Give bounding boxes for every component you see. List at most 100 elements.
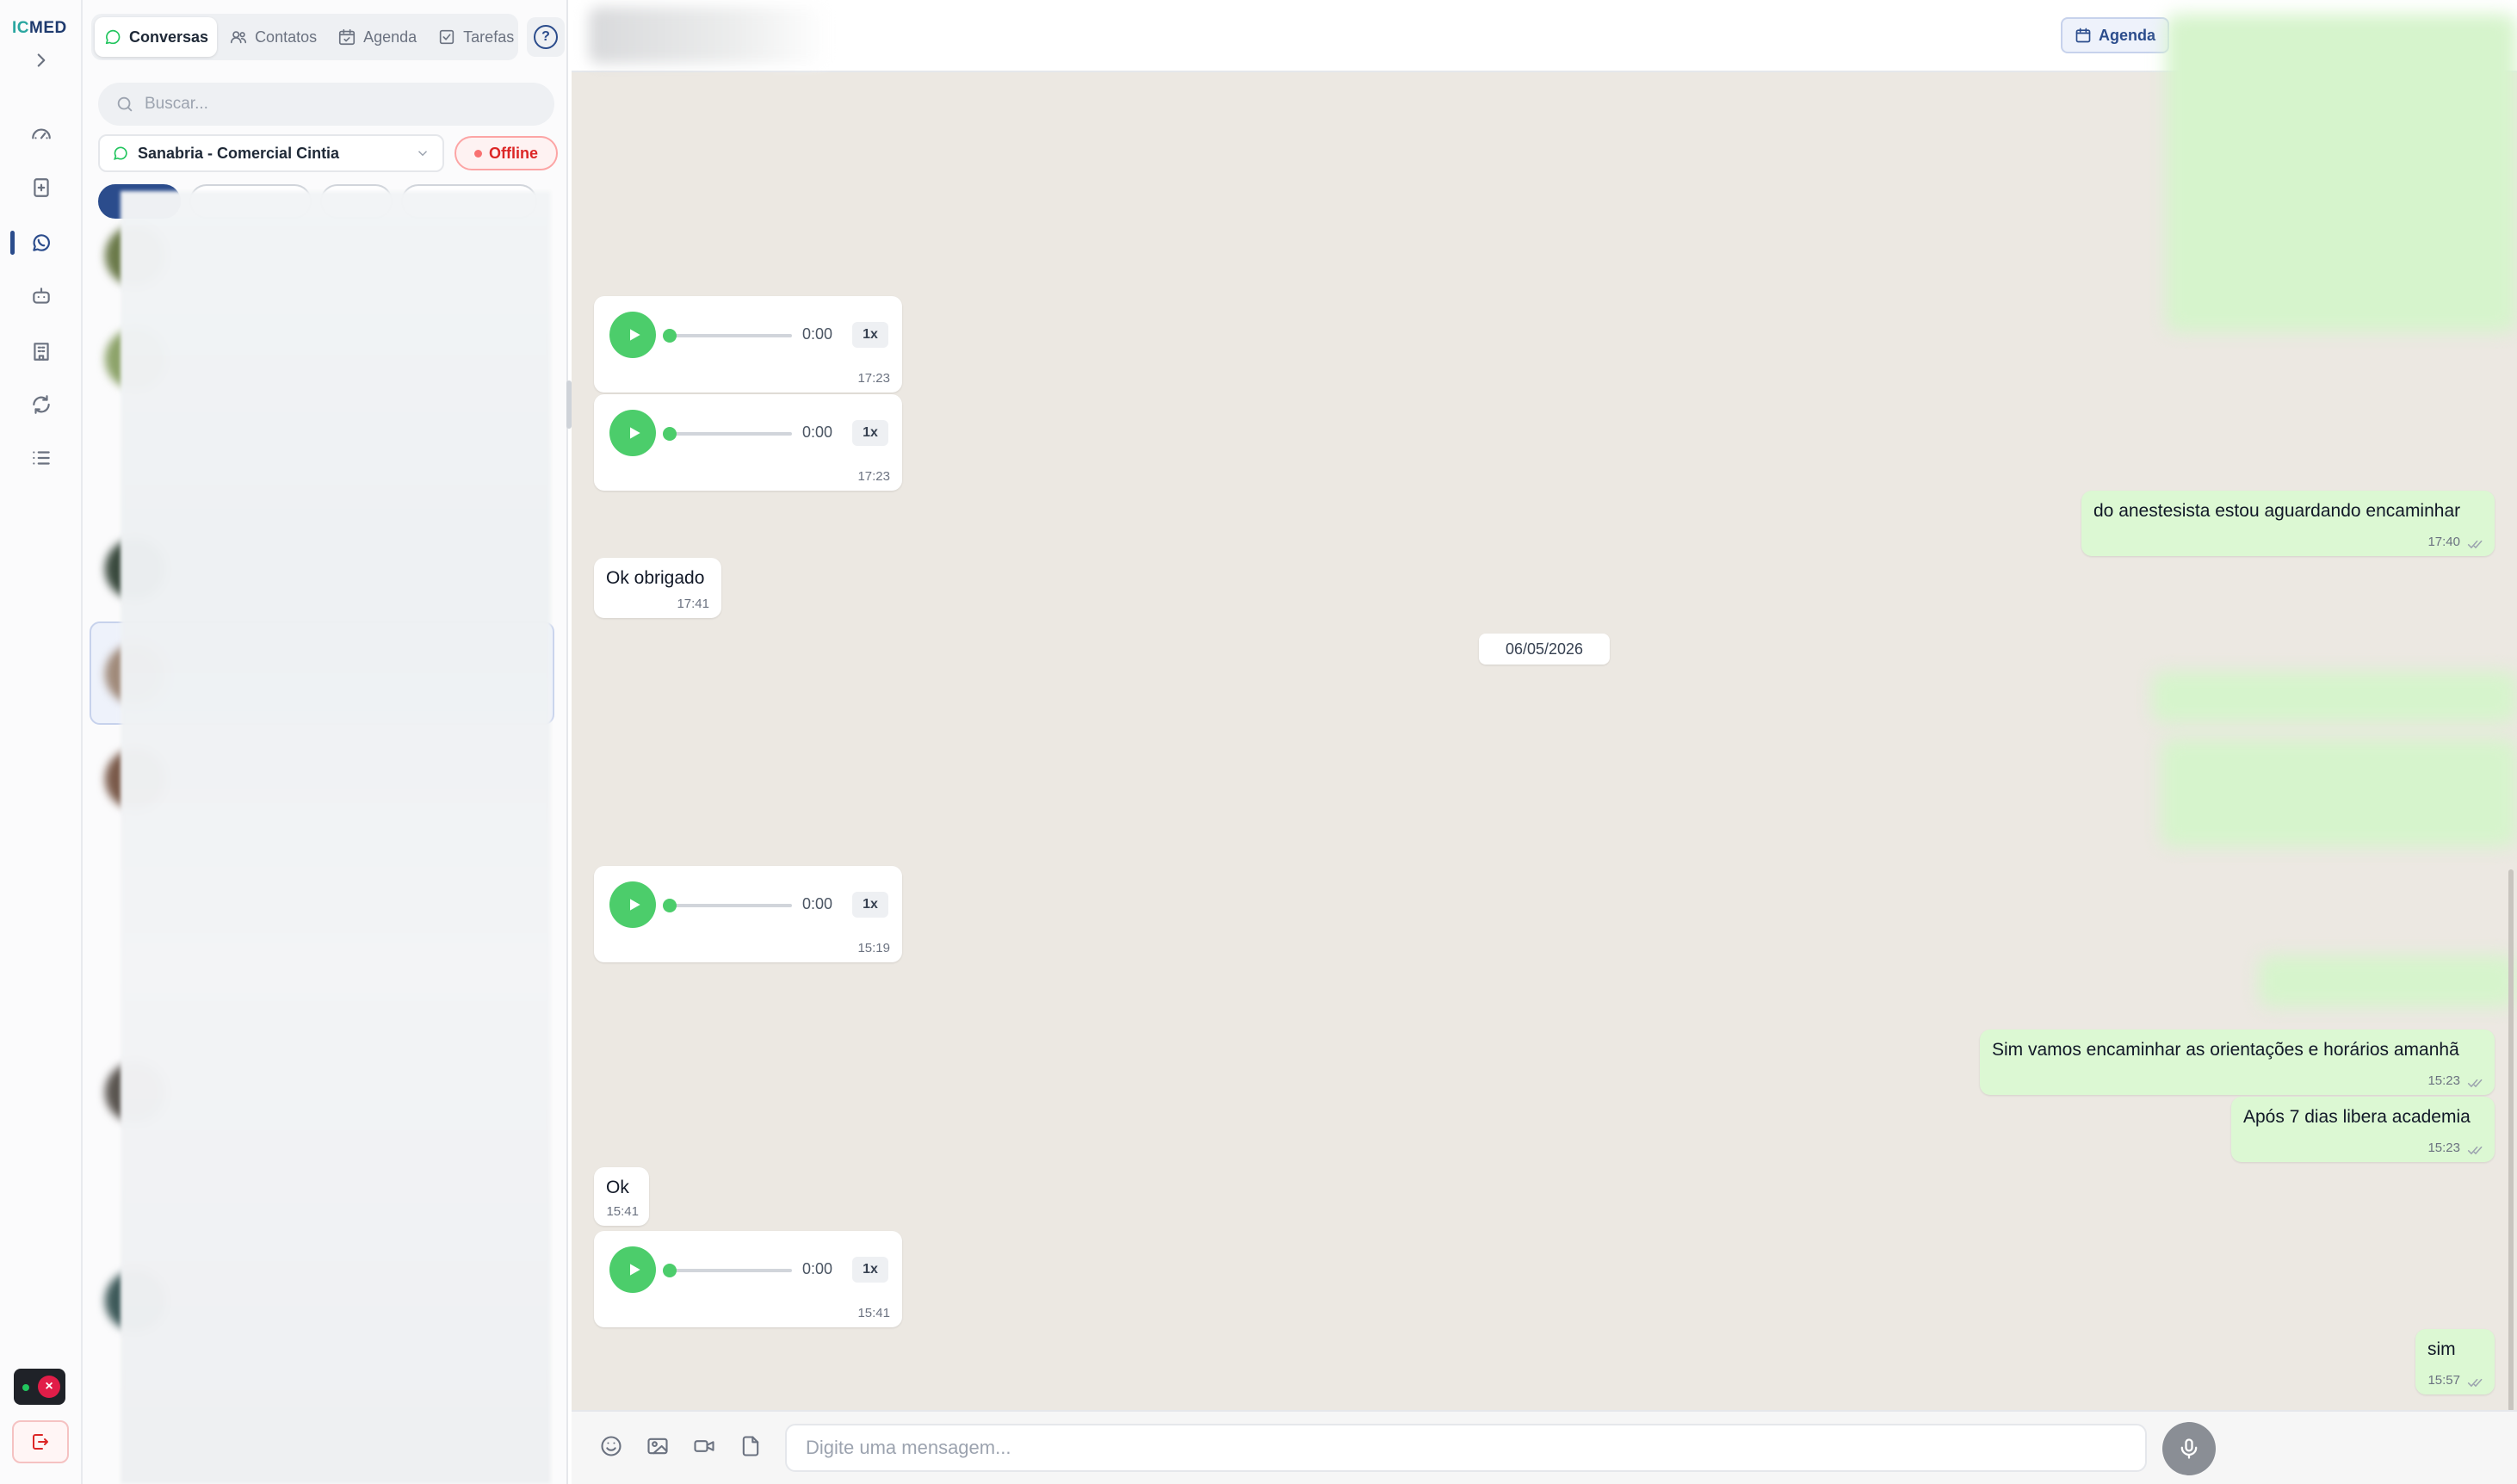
status-label: Offline (489, 144, 538, 162)
message-time: 15:23 (2427, 1073, 2460, 1088)
nav-whatsapp[interactable] (24, 226, 59, 260)
active-nav-indicator (10, 231, 15, 255)
nav-notes[interactable] (24, 170, 59, 205)
microphone-icon (2180, 1438, 2198, 1459)
tab-contatos[interactable]: Contatos (220, 17, 325, 57)
audio-progress-knob[interactable] (663, 899, 677, 912)
message-time: 15:57 (2427, 1373, 2460, 1388)
record-audio-button[interactable] (2162, 1422, 2216, 1475)
message-text: Após 7 dias libera academia (2243, 1107, 2471, 1127)
help-button[interactable]: ? (527, 17, 565, 57)
expand-sidebar-button[interactable] (24, 43, 59, 77)
left-rail: ICMED × (0, 0, 83, 1484)
message-time: 17:40 (2427, 535, 2460, 549)
message-text: Sim vamos encaminhar as orientações e ho… (1992, 1040, 2459, 1060)
nav-sync[interactable] (24, 387, 59, 422)
play-button[interactable] (609, 312, 656, 358)
tab-tarefas[interactable]: Tarefas (429, 17, 523, 57)
help-icon: ? (534, 25, 558, 49)
agenda-button[interactable]: Agenda (2061, 17, 2170, 53)
message-time: 15:19 (857, 941, 890, 955)
redacted-contact-info (589, 7, 830, 64)
nav-dashboard[interactable] (24, 117, 59, 151)
message-time: 15:23 (2427, 1141, 2460, 1155)
date-separator: 06/05/2026 (1479, 634, 1610, 665)
emoji-button[interactable] (594, 1429, 628, 1463)
double-check-icon (2467, 1374, 2484, 1388)
bot-icon (33, 288, 50, 304)
status-badge[interactable]: Offline (455, 136, 558, 170)
audio-progress-track[interactable] (668, 1269, 792, 1272)
message-text: Ok obrigado (606, 568, 705, 588)
calendar-icon (2075, 28, 2091, 43)
logout-button[interactable] (12, 1420, 69, 1463)
playback-speed-button[interactable]: 1x (852, 892, 888, 918)
play-icon (629, 899, 640, 911)
checkbox-icon (440, 29, 455, 45)
nav-building[interactable] (24, 334, 59, 368)
double-check-icon (2467, 1074, 2484, 1088)
audio-message: 0:00 1x 17:23 (594, 296, 902, 393)
message-text: sim (2427, 1339, 2456, 1359)
search-icon (117, 96, 133, 112)
channel-select[interactable]: Sanabria - Comercial Cintia (98, 134, 444, 172)
audio-progress-track[interactable] (668, 904, 792, 907)
nav-list[interactable] (24, 441, 59, 475)
playback-speed-button[interactable]: 1x (852, 322, 888, 348)
chevron-right-icon (37, 53, 46, 67)
users-icon (230, 31, 247, 44)
message-composer (572, 1410, 2517, 1484)
tab-label: Agenda (363, 28, 417, 46)
calendar-check-icon (339, 28, 356, 46)
logout-icon (33, 1434, 48, 1450)
file-icon (742, 1436, 759, 1456)
tab-conversas[interactable]: Conversas (95, 17, 218, 57)
conversations-panel: Conversas Contatos Agenda Tarefas ? Sana… (83, 0, 568, 1484)
tab-label: Contatos (255, 28, 318, 46)
play-button[interactable] (609, 1246, 656, 1293)
attach-file-button[interactable] (733, 1429, 768, 1463)
panel-tabs: Conversas Contatos Agenda Tarefas (91, 14, 518, 60)
whatsapp-icon (33, 234, 50, 251)
outgoing-message: Após 7 dias libera academia 15:23 (2231, 1097, 2495, 1162)
playback-speed-button[interactable]: 1x (852, 420, 888, 446)
close-icon[interactable]: × (38, 1376, 60, 1398)
audio-progress-track[interactable] (668, 334, 792, 337)
building-icon (34, 343, 49, 361)
tab-label: Tarefas (463, 28, 515, 46)
audio-progress-track[interactable] (668, 432, 792, 436)
list-icon (33, 451, 50, 465)
emoji-icon (601, 1436, 622, 1456)
audio-progress-knob[interactable] (663, 1264, 677, 1277)
tab-label: Conversas (129, 28, 209, 46)
message-time: 15:41 (857, 1306, 890, 1320)
audio-duration: 0:00 (802, 895, 833, 912)
dashboard-icon (32, 128, 51, 139)
whatsapp-icon (105, 29, 121, 45)
whatsapp-icon (112, 145, 129, 162)
app-logo[interactable]: ICMED (12, 19, 67, 38)
message-time: 17:23 (857, 371, 890, 386)
message-text: do anestesista estou aguardando encaminh… (2093, 501, 2461, 521)
audio-progress-knob[interactable] (663, 427, 677, 441)
incoming-message: Ok obrigado 17:41 (594, 558, 721, 618)
message-input[interactable] (785, 1424, 2147, 1472)
incoming-message: Ok 15:41 (594, 1167, 649, 1226)
attach-image-button[interactable] (640, 1429, 675, 1463)
tab-agenda[interactable]: Agenda (329, 17, 425, 57)
audio-progress-knob[interactable] (663, 329, 677, 343)
channel-name: Sanabria - Comercial Cintia (138, 144, 340, 162)
chat-area: Agenda 0:00 1x 17:23 0:00 1x 17:23 do an… (572, 0, 2517, 1484)
play-button[interactable] (609, 881, 656, 928)
audio-duration: 0:00 (802, 424, 833, 441)
playback-speed-button[interactable]: 1x (852, 1257, 888, 1283)
attach-video-button[interactable] (687, 1429, 721, 1463)
audio-duration: 0:00 (802, 325, 833, 343)
connection-status-widget[interactable]: × (14, 1369, 65, 1405)
nav-bot[interactable] (24, 279, 59, 313)
play-button[interactable] (609, 410, 656, 456)
status-dot (474, 149, 482, 158)
chat-scrollbar[interactable] (2508, 869, 2514, 1412)
search-input[interactable] (145, 95, 523, 114)
play-icon (629, 427, 640, 439)
